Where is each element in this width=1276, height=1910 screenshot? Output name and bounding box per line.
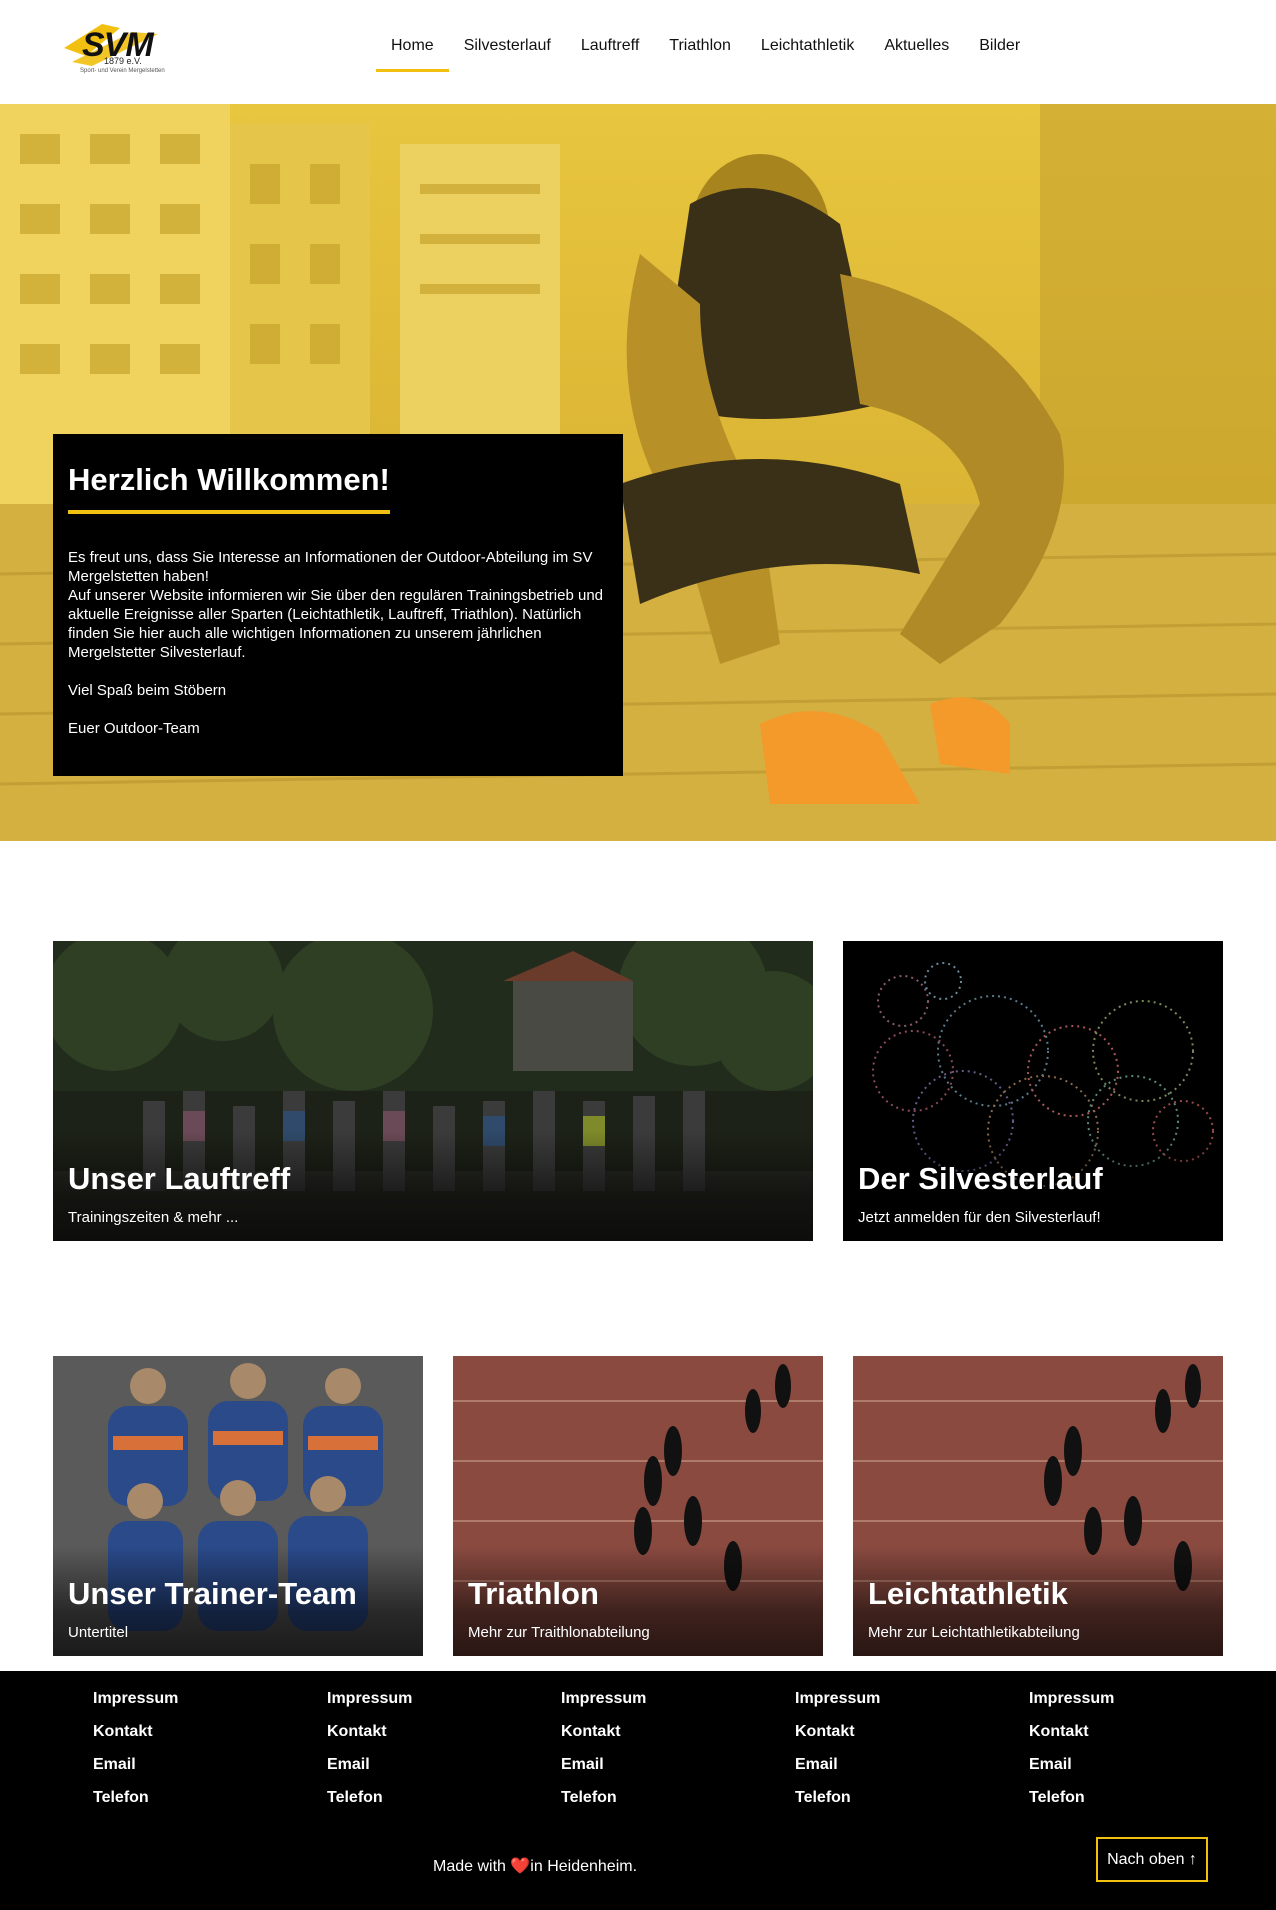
footer-link-kontakt[interactable]: Kontakt (1029, 1722, 1114, 1755)
footer-link-email[interactable]: Email (1029, 1755, 1114, 1788)
welcome-paragraph: Es freut uns, dass Sie Interesse an Info… (68, 549, 604, 661)
footer-link-telefon[interactable]: Telefon (795, 1788, 880, 1821)
footer-column: Impressum Kontakt Email Telefon (93, 1689, 178, 1821)
welcome-box: Herzlich Willkommen! Es freut uns, dass … (53, 434, 623, 776)
card-silvesterlauf[interactable]: Der Silvesterlauf Jetzt anmelden für den… (843, 941, 1223, 1241)
nav-home[interactable]: Home (376, 0, 449, 104)
nav-bilder[interactable]: Bilder (964, 0, 1035, 104)
card-subtitle: Mehr zur Leichtathletikabteilung (868, 1624, 1080, 1641)
footer-link-telefon[interactable]: Telefon (327, 1788, 412, 1821)
footer-link-email[interactable]: Email (93, 1755, 178, 1788)
heart-icon: ❤️ (510, 1858, 531, 1875)
card-subtitle: Mehr zur Traithlonabteilung (468, 1624, 650, 1641)
welcome-greeting: Viel Spaß beim Stöbern (68, 682, 227, 699)
back-to-top-button[interactable]: Nach oben ↑ (1096, 1837, 1208, 1882)
nav-aktuelles[interactable]: Aktuelles (869, 0, 964, 104)
footer-link-impressum[interactable]: Impressum (93, 1689, 178, 1722)
welcome-title: Herzlich Willkommen! (68, 462, 390, 514)
card-leichtathletik[interactable]: Leichtathletik Mehr zur Leichtathletikab… (853, 1356, 1223, 1656)
card-lauftreff[interactable]: Unser Lauftreff Trainingszeiten & mehr .… (53, 941, 813, 1241)
site-header: SVM 1879 e.V. Sport- und Verein Mergelst… (0, 0, 1276, 104)
hero-banner: Herzlich Willkommen! Es freut uns, dass … (0, 104, 1276, 841)
footer-link-impressum[interactable]: Impressum (561, 1689, 646, 1722)
card-trainer-team[interactable]: Unser Trainer-Team Untertitel (53, 1356, 423, 1656)
card-subtitle: Untertitel (68, 1624, 129, 1641)
footer-link-telefon[interactable]: Telefon (1029, 1788, 1114, 1821)
card-subtitle: Jetzt anmelden für den Silvesterlauf! (858, 1209, 1101, 1226)
card-title: Unser Lauftreff (68, 1161, 291, 1196)
footer-column: Impressum Kontakt Email Telefon (1029, 1689, 1114, 1821)
logo-year: 1879 e.V. (104, 56, 142, 66)
footer-column: Impressum Kontakt Email Telefon (795, 1689, 880, 1821)
made-prefix: Made with (433, 1858, 511, 1875)
card-title: Leichtathletik (868, 1576, 1068, 1611)
welcome-text: Es freut uns, dass Sie Interesse an Info… (68, 548, 608, 738)
footer-link-kontakt[interactable]: Kontakt (327, 1722, 412, 1755)
footer-column: Impressum Kontakt Email Telefon (327, 1689, 412, 1821)
footer-link-telefon[interactable]: Telefon (561, 1788, 646, 1821)
footer-link-email[interactable]: Email (795, 1755, 880, 1788)
footer-link-impressum[interactable]: Impressum (327, 1689, 412, 1722)
card-subtitle: Trainingszeiten & mehr ... (68, 1209, 239, 1226)
footer-link-kontakt[interactable]: Kontakt (561, 1722, 646, 1755)
footer-link-email[interactable]: Email (327, 1755, 412, 1788)
footer-link-impressum[interactable]: Impressum (1029, 1689, 1114, 1722)
nav-lauftreff[interactable]: Lauftreff (566, 0, 654, 104)
made-suffix: in Heidenheim. (530, 1858, 638, 1875)
svm-logo[interactable]: SVM 1879 e.V. Sport- und Verein Mergelst… (62, 22, 165, 78)
card-title: Der Silvesterlauf (858, 1161, 1103, 1196)
logo-tagline: Sport- und Verein Mergelstetten (80, 68, 165, 74)
footer-link-kontakt[interactable]: Kontakt (93, 1722, 178, 1755)
nav-silvesterlauf[interactable]: Silvesterlauf (449, 0, 566, 104)
footer-link-impressum[interactable]: Impressum (795, 1689, 880, 1722)
footer-column: Impressum Kontakt Email Telefon (561, 1689, 646, 1821)
site-footer: Impressum Kontakt Email Telefon Impressu… (0, 1671, 1276, 1910)
nav-triathlon[interactable]: Triathlon (654, 0, 746, 104)
footer-link-telefon[interactable]: Telefon (93, 1788, 178, 1821)
footer-link-email[interactable]: Email (561, 1755, 646, 1788)
welcome-signature: Euer Outdoor-Team (68, 720, 200, 737)
card-triathlon[interactable]: Triathlon Mehr zur Traithlonabteilung (453, 1356, 823, 1656)
made-with-text: Made with ❤️in Heidenheim. (433, 1856, 637, 1876)
main-nav: Home Silvesterlauf Lauftreff Triathlon L… (376, 0, 1035, 104)
card-title: Triathlon (468, 1576, 599, 1611)
nav-leichtathletik[interactable]: Leichtathletik (746, 0, 869, 104)
card-title: Unser Trainer-Team (68, 1576, 357, 1611)
footer-link-kontakt[interactable]: Kontakt (795, 1722, 880, 1755)
